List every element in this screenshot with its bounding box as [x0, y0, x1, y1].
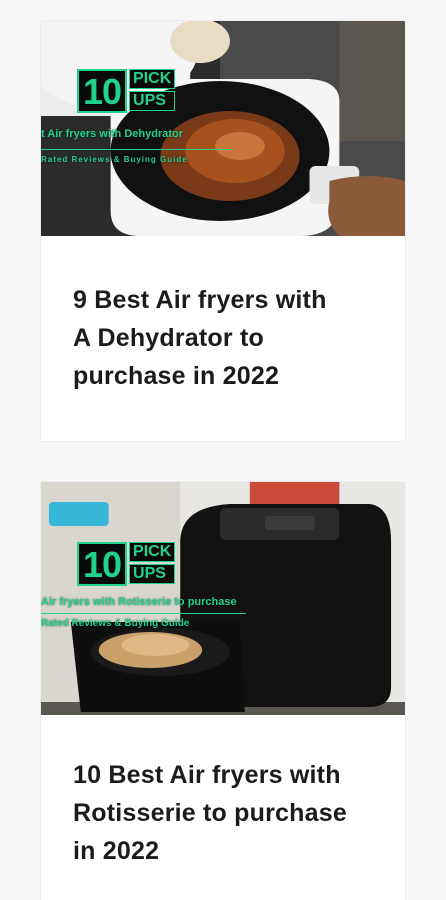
- logo-number: 10: [77, 542, 128, 586]
- thumbnail-divider: [41, 149, 231, 150]
- article-title-line: 10 Best Air fryers with: [73, 761, 341, 789]
- thumbnail-overlay-subtitle: Rated Reviews & Buying Guide: [41, 618, 190, 629]
- article-title-line: A Dehydrator to: [73, 324, 264, 352]
- article-card[interactable]: 10 PICK UPS t Air fryers with Dehydrator…: [40, 20, 406, 442]
- article-title-line: Rotisserie to purchase: [73, 799, 347, 827]
- pickups-logo: 10 PICK UPS: [77, 69, 176, 113]
- thumbnail-overlay-subtitle: Rated Reviews & Buying Guide: [41, 155, 188, 164]
- article-title[interactable]: 9 Best Air fryers with A Dehydrator to p…: [73, 281, 385, 395]
- pickups-logo: 10 PICK UPS: [77, 542, 176, 586]
- article-title-line: 9 Best Air fryers with: [73, 286, 327, 314]
- article-thumbnail[interactable]: 10 PICK UPS t Air fryers with Dehydrator…: [41, 21, 405, 236]
- logo-word: PICK: [129, 69, 176, 89]
- logo-word: UPS: [129, 91, 176, 111]
- article-card[interactable]: 10 PICK UPS Air fryers with Rotisserie t…: [40, 481, 406, 900]
- article-thumbnail[interactable]: 10 PICK UPS Air fryers with Rotisserie t…: [41, 482, 405, 715]
- logo-word: PICK: [129, 542, 176, 562]
- article-title-line: in 2022: [73, 837, 160, 865]
- article-feed: 10 PICK UPS t Air fryers with Dehydrator…: [0, 0, 446, 900]
- thumbnail-overlay-title: Air fryers with Rotisserie to purchase: [41, 596, 237, 608]
- thumbnail-divider: [41, 613, 246, 614]
- article-title[interactable]: 10 Best Air fryers with Rotisserie to pu…: [73, 756, 385, 870]
- logo-number: 10: [77, 69, 128, 113]
- logo-word: UPS: [129, 564, 176, 584]
- thumbnail-overlay-title: t Air fryers with Dehydrator: [41, 128, 184, 140]
- article-title-line: purchase in 2022: [73, 362, 280, 390]
